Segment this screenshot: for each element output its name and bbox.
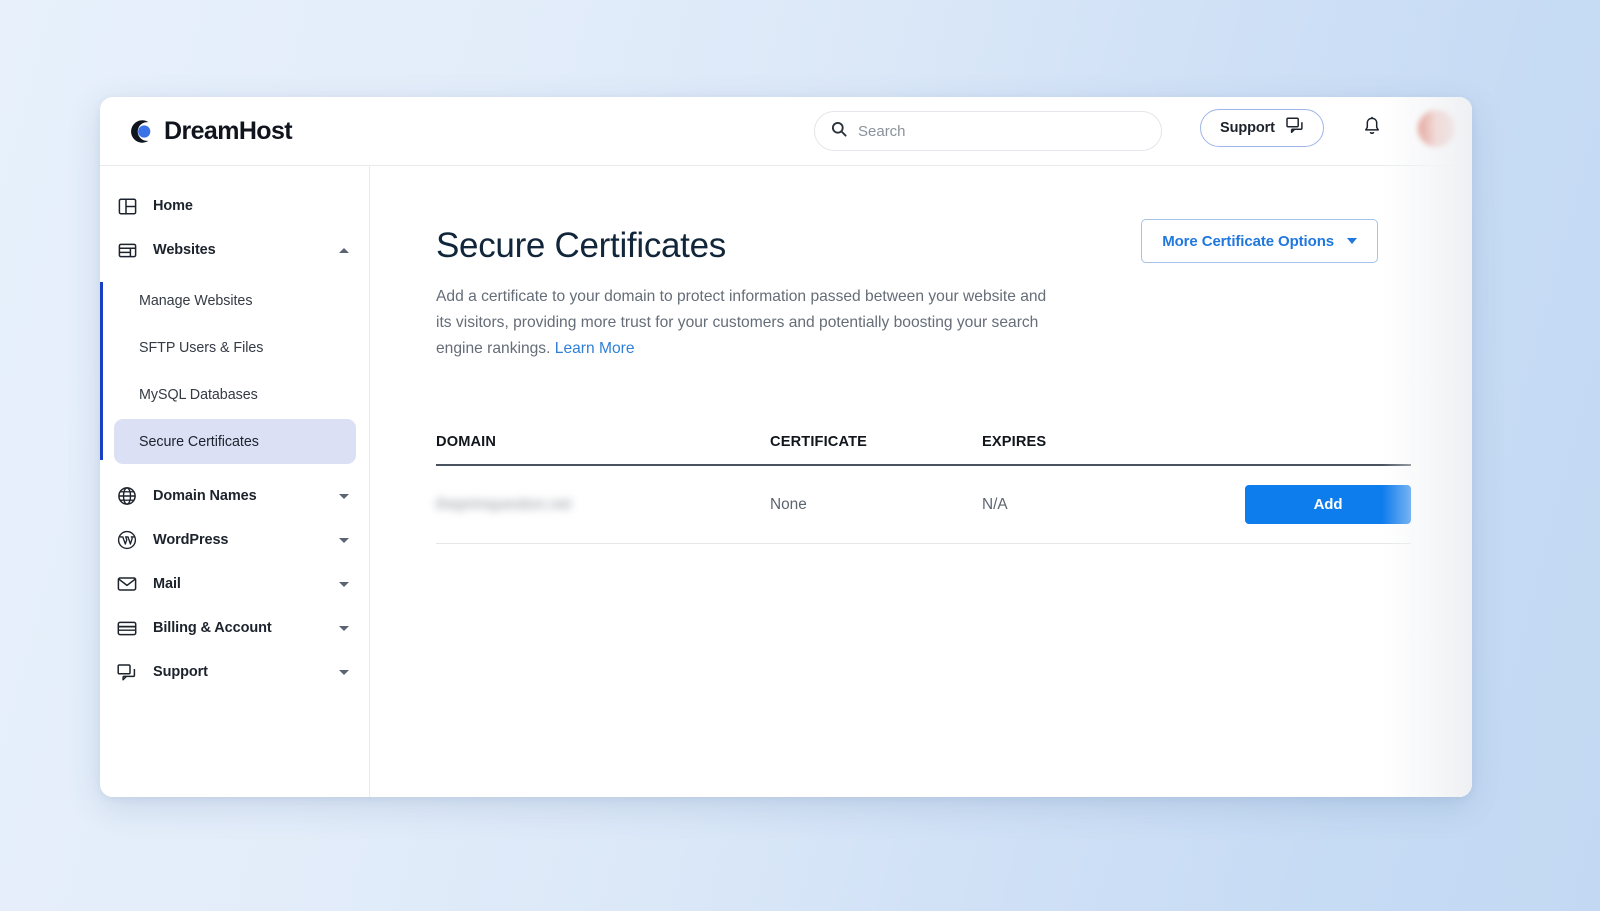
sidebar-item-label: Domain Names [153,488,324,504]
support-button[interactable]: Support [1200,109,1324,147]
sidebar-item-label: Support [153,664,324,680]
table-header-row: DOMAIN CERTIFICATE EXPIRES [436,434,1411,466]
sidebar-subitem-label: Secure Certificates [139,434,259,450]
main-content: Secure Certificates Add a certificate to… [370,166,1472,797]
sidebar-item-home[interactable]: Home [100,184,369,228]
sidebar-item-wordpress[interactable]: WordPress [100,518,369,562]
chevron-down-icon[interactable] [339,494,349,499]
sidebar-item-billing-account[interactable]: Billing & Account [100,606,369,650]
search-input[interactable] [858,123,1145,140]
sidebar-item-secure-certificates[interactable]: Secure Certificates [114,419,356,464]
sidebar-subitem-label: SFTP Users & Files [139,340,263,356]
sidebar-item-sftp-users-files[interactable]: SFTP Users & Files [114,325,356,370]
top-header-bar: DreamHost Support [100,97,1472,165]
column-header-certificate: CERTIFICATE [770,434,982,450]
dreamhost-crescent-logo-icon [128,118,155,145]
add-certificate-button[interactable]: Add [1245,485,1411,524]
page-description-text: Add a certificate to your domain to prot… [436,288,1046,357]
learn-more-link[interactable]: Learn More [555,340,635,357]
brand-name: DreamHost [164,117,292,146]
dashboard-icon [116,195,138,217]
chevron-down-icon[interactable] [339,626,349,631]
support-button-label: Support [1220,120,1275,136]
user-avatar[interactable] [1418,110,1455,147]
sidebar-item-domain-names[interactable]: Domain Names [100,474,369,518]
sidebar-item-label: Home [153,198,349,214]
cell-certificate: None [770,496,982,514]
sidebar-item-label: WordPress [153,532,324,548]
wordpress-icon [116,529,138,551]
search-icon [831,121,847,142]
sidebar-item-label: Mail [153,576,324,592]
envelope-icon [116,573,138,595]
websites-subnav: Manage Websites SFTP Users & Files MySQL… [100,278,369,464]
globe-icon [116,485,138,507]
browser-window-icon [116,239,138,261]
sidebar-item-manage-websites[interactable]: Manage Websites [114,278,356,323]
cell-domain: theprimquestion.net [436,496,770,514]
bell-icon [1362,116,1382,140]
search-box[interactable] [814,111,1162,151]
sidebar-subitem-label: Manage Websites [139,293,252,309]
cell-expires: N/A [982,496,1232,514]
column-header-expires: EXPIRES [982,434,1232,450]
credit-card-icon [116,617,138,639]
chevron-down-icon [1347,238,1357,244]
sidebar-item-support[interactable]: Support [100,650,369,694]
certificates-table: DOMAIN CERTIFICATE EXPIRES theprimquesti… [436,434,1411,544]
chevron-down-icon[interactable] [339,670,349,675]
chevron-down-icon[interactable] [339,582,349,587]
more-certificate-options-label: More Certificate Options [1162,233,1334,250]
app-card: DreamHost Support [100,97,1472,797]
sidebar-navigation: Home Websites Manage Websites [100,166,370,797]
cell-action: Add [1232,485,1411,524]
app-body: Home Websites Manage Websites [100,165,1472,797]
column-header-domain: DOMAIN [436,434,770,450]
brand-logo[interactable]: DreamHost [128,117,292,146]
sidebar-item-mail[interactable]: Mail [100,562,369,606]
more-certificate-options-button[interactable]: More Certificate Options [1141,219,1378,263]
domain-name-redacted: theprimquestion.net [436,496,571,514]
page-description: Add a certificate to your domain to prot… [436,284,1048,362]
sidebar-item-label: Billing & Account [153,620,324,636]
sidebar-item-label: Websites [153,242,324,258]
table-row: theprimquestion.net None N/A Add [436,466,1411,544]
chat-bubbles-icon [1286,117,1304,139]
chevron-down-icon[interactable] [339,538,349,543]
notifications-bell-button[interactable] [1357,113,1387,143]
chat-bubbles-icon [116,661,138,683]
sidebar-item-mysql-databases[interactable]: MySQL Databases [114,372,356,417]
sidebar-subitem-label: MySQL Databases [139,387,258,403]
sidebar-item-websites[interactable]: Websites [100,228,369,272]
subnav-accent-rail [100,282,103,460]
chevron-up-icon[interactable] [339,248,349,253]
